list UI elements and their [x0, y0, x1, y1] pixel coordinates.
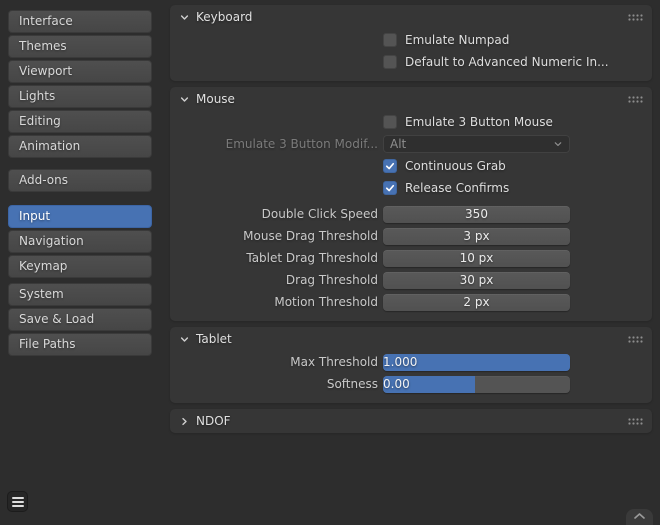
emulate-3-button-mouse-checkbox[interactable] — [383, 115, 397, 129]
row-default-advanced-numeric: Default to Advanced Numeric In... — [170, 51, 652, 73]
sidebar-item-viewport[interactable]: Viewport — [8, 60, 152, 83]
main-panel-area: Keyboard Emulate Numpad Default to Advan… — [170, 0, 652, 439]
continuous-grab-checkbox[interactable] — [383, 159, 397, 173]
dropdown-value: Alt — [390, 137, 406, 151]
chevron-down-icon — [179, 12, 190, 23]
panel-keyboard: Keyboard Emulate Numpad Default to Advan… — [170, 5, 652, 81]
preferences-menu-button[interactable] — [7, 491, 28, 512]
sidebar-item-file-paths[interactable]: File Paths — [8, 333, 152, 356]
row-max-threshold: Max Threshold 1.000 — [170, 351, 652, 373]
checkmark-icon — [384, 182, 396, 194]
panel-tablet: Tablet Max Threshold 1.000 Softness 0.00 — [170, 327, 652, 403]
row-double-click-speed: Double Click Speed 350 — [170, 203, 652, 225]
panel-keyboard-header[interactable]: Keyboard — [170, 5, 652, 29]
scroll-up-button[interactable] — [626, 509, 653, 525]
sidebar-item-themes[interactable]: Themes — [8, 35, 152, 58]
softness-slider[interactable]: 0.00 — [383, 376, 570, 393]
row-emulate-numpad: Emulate Numpad — [170, 29, 652, 51]
max-threshold-slider[interactable]: 1.000 — [383, 354, 570, 371]
chevron-down-icon — [179, 334, 190, 345]
row-softness: Softness 0.00 — [170, 373, 652, 395]
sidebar-group-system: System Save & Load File Paths — [0, 283, 166, 356]
sidebar: Interface Themes Viewport Lights Editing… — [0, 0, 166, 520]
panel-mouse: Mouse Emulate 3 Button Mouse Emulate 3 B… — [170, 87, 652, 321]
drag-handle-icon[interactable] — [628, 336, 643, 343]
field-label: Double Click Speed — [170, 207, 383, 221]
preferences-window: Interface Themes Viewport Lights Editing… — [0, 0, 660, 520]
sidebar-item-navigation[interactable]: Navigation — [8, 230, 152, 253]
panel-title: Keyboard — [196, 10, 252, 24]
row-release-confirms: Release Confirms — [170, 177, 652, 199]
sidebar-group-input: Input Navigation Keymap — [0, 205, 166, 278]
slider-value: 1.000 — [383, 355, 417, 369]
mouse-drag-threshold-field[interactable]: 3 px — [383, 228, 570, 245]
sidebar-group-addons: Add-ons — [0, 169, 166, 192]
chevron-right-icon — [179, 416, 190, 427]
tablet-drag-threshold-field[interactable]: 10 px — [383, 250, 570, 267]
field-label: Softness — [170, 377, 383, 391]
release-confirms-checkbox[interactable] — [383, 181, 397, 195]
panel-title: Mouse — [196, 92, 235, 106]
panel-title: Tablet — [196, 332, 232, 346]
sidebar-item-animation[interactable]: Animation — [8, 135, 152, 158]
checkbox-label: Emulate 3 Button Mouse — [405, 115, 553, 129]
hamburger-icon — [12, 505, 24, 507]
sidebar-item-input[interactable]: Input — [8, 205, 152, 228]
sidebar-item-lights[interactable]: Lights — [8, 85, 152, 108]
field-label: Max Threshold — [170, 355, 383, 369]
row-tablet-drag-threshold: Tablet Drag Threshold 10 px — [170, 247, 652, 269]
drag-handle-icon[interactable] — [628, 14, 643, 21]
slider-value: 0.00 — [383, 377, 410, 391]
checkbox-label: Default to Advanced Numeric In... — [405, 55, 609, 69]
sidebar-item-save-load[interactable]: Save & Load — [8, 308, 152, 331]
row-emulate-3-button-mouse: Emulate 3 Button Mouse — [170, 111, 652, 133]
chevron-up-icon — [633, 512, 646, 520]
double-click-speed-field[interactable]: 350 — [383, 206, 570, 223]
drag-handle-icon[interactable] — [628, 418, 643, 425]
drag-handle-icon[interactable] — [628, 96, 643, 103]
row-mouse-drag-threshold: Mouse Drag Threshold 3 px — [170, 225, 652, 247]
sidebar-item-system[interactable]: System — [8, 283, 152, 306]
modifier-dropdown[interactable]: Alt — [383, 135, 570, 153]
panel-ndof-header[interactable]: NDOF — [170, 409, 652, 433]
field-label: Mouse Drag Threshold — [170, 229, 383, 243]
sidebar-item-keymap[interactable]: Keymap — [8, 255, 152, 278]
checkmark-icon — [384, 160, 396, 172]
field-label: Tablet Drag Threshold — [170, 251, 383, 265]
field-label: Drag Threshold — [170, 273, 383, 287]
row-continuous-grab: Continuous Grab — [170, 155, 652, 177]
sidebar-item-editing[interactable]: Editing — [8, 110, 152, 133]
chevron-down-icon — [553, 139, 563, 149]
checkbox-label: Emulate Numpad — [405, 33, 509, 47]
default-advanced-numeric-checkbox[interactable] — [383, 55, 397, 69]
row-emulate-3-button-modifier: Emulate 3 Button Modif... Alt — [170, 133, 652, 155]
hamburger-icon — [12, 501, 24, 503]
hamburger-icon — [12, 497, 24, 499]
panel-ndof: NDOF — [170, 409, 652, 433]
drag-threshold-field[interactable]: 30 px — [383, 272, 570, 289]
panel-mouse-header[interactable]: Mouse — [170, 87, 652, 111]
panel-tablet-header[interactable]: Tablet — [170, 327, 652, 351]
sidebar-item-interface[interactable]: Interface — [8, 10, 152, 33]
field-label: Motion Threshold — [170, 295, 383, 309]
row-drag-threshold: Drag Threshold 30 px — [170, 269, 652, 291]
chevron-down-icon — [179, 94, 190, 105]
checkbox-label: Continuous Grab — [405, 159, 506, 173]
emulate-numpad-checkbox[interactable] — [383, 33, 397, 47]
row-motion-threshold: Motion Threshold 2 px — [170, 291, 652, 313]
sidebar-group-general: Interface Themes Viewport Lights Editing… — [0, 10, 166, 158]
checkbox-label: Release Confirms — [405, 181, 509, 195]
field-label: Emulate 3 Button Modif... — [170, 137, 383, 151]
panel-title: NDOF — [196, 414, 231, 428]
motion-threshold-field[interactable]: 2 px — [383, 294, 570, 311]
sidebar-item-addons[interactable]: Add-ons — [8, 169, 152, 192]
